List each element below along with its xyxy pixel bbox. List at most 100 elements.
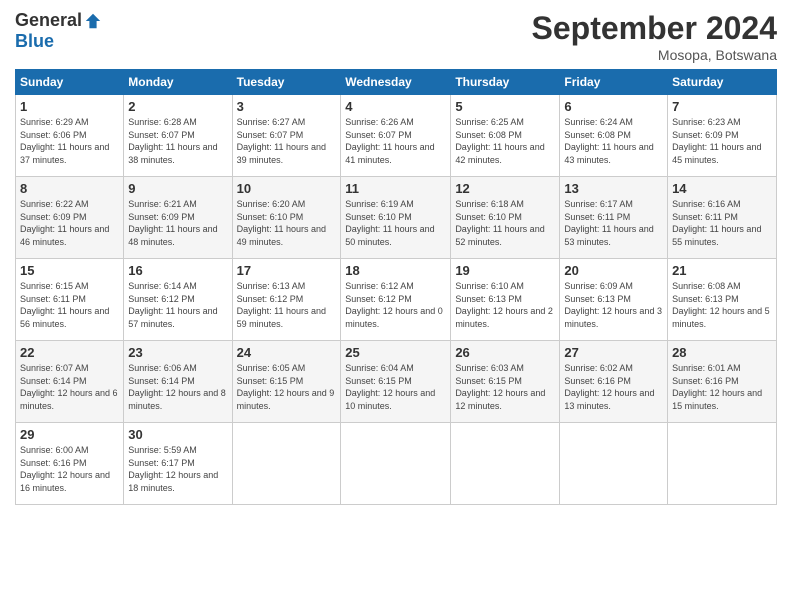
sunrise-text: Sunrise: 6:21 AM xyxy=(128,199,197,209)
logo-icon xyxy=(84,12,102,30)
day-number: 3 xyxy=(237,99,337,114)
calendar-week-row: 29 Sunrise: 6:00 AM Sunset: 6:16 PM Dayl… xyxy=(16,423,777,505)
table-row: 20 Sunrise: 6:09 AM Sunset: 6:13 PM Dayl… xyxy=(560,259,668,341)
daylight-text: Daylight: 12 hours and 3 minutes. xyxy=(564,306,662,329)
daylight-text: Daylight: 11 hours and 37 minutes. xyxy=(20,142,109,165)
day-info: Sunrise: 6:17 AM Sunset: 6:11 PM Dayligh… xyxy=(564,198,663,248)
table-row: 28 Sunrise: 6:01 AM Sunset: 6:16 PM Dayl… xyxy=(668,341,777,423)
sunset-text: Sunset: 6:14 PM xyxy=(20,376,87,386)
table-row: 21 Sunrise: 6:08 AM Sunset: 6:13 PM Dayl… xyxy=(668,259,777,341)
daylight-text: Daylight: 11 hours and 52 minutes. xyxy=(455,224,544,247)
col-thursday: Thursday xyxy=(451,70,560,95)
table-row: 7 Sunrise: 6:23 AM Sunset: 6:09 PM Dayli… xyxy=(668,95,777,177)
table-row xyxy=(560,423,668,505)
daylight-text: Daylight: 12 hours and 16 minutes. xyxy=(20,470,110,493)
day-info: Sunrise: 6:23 AM Sunset: 6:09 PM Dayligh… xyxy=(672,116,772,166)
sunrise-text: Sunrise: 6:29 AM xyxy=(20,117,89,127)
sunset-text: Sunset: 6:13 PM xyxy=(564,294,631,304)
sunset-text: Sunset: 6:09 PM xyxy=(672,130,739,140)
table-row: 17 Sunrise: 6:13 AM Sunset: 6:12 PM Dayl… xyxy=(232,259,341,341)
table-row: 18 Sunrise: 6:12 AM Sunset: 6:12 PM Dayl… xyxy=(341,259,451,341)
day-number: 11 xyxy=(345,181,446,196)
sunrise-text: Sunrise: 6:26 AM xyxy=(345,117,414,127)
sunrise-text: Sunrise: 6:24 AM xyxy=(564,117,633,127)
sunset-text: Sunset: 6:15 PM xyxy=(345,376,412,386)
sunrise-text: Sunrise: 6:02 AM xyxy=(564,363,633,373)
daylight-text: Daylight: 11 hours and 59 minutes. xyxy=(237,306,326,329)
sunrise-text: Sunrise: 6:25 AM xyxy=(455,117,524,127)
calendar-week-row: 15 Sunrise: 6:15 AM Sunset: 6:11 PM Dayl… xyxy=(16,259,777,341)
daylight-text: Daylight: 11 hours and 42 minutes. xyxy=(455,142,544,165)
table-row: 30 Sunrise: 5:59 AM Sunset: 6:17 PM Dayl… xyxy=(124,423,232,505)
day-number: 4 xyxy=(345,99,446,114)
daylight-text: Daylight: 11 hours and 50 minutes. xyxy=(345,224,434,247)
table-row: 8 Sunrise: 6:22 AM Sunset: 6:09 PM Dayli… xyxy=(16,177,124,259)
day-info: Sunrise: 6:08 AM Sunset: 6:13 PM Dayligh… xyxy=(672,280,772,330)
sunrise-text: Sunrise: 6:27 AM xyxy=(237,117,306,127)
daylight-text: Daylight: 12 hours and 2 minutes. xyxy=(455,306,553,329)
daylight-text: Daylight: 12 hours and 6 minutes. xyxy=(20,388,118,411)
table-row: 26 Sunrise: 6:03 AM Sunset: 6:15 PM Dayl… xyxy=(451,341,560,423)
daylight-text: Daylight: 12 hours and 18 minutes. xyxy=(128,470,218,493)
day-info: Sunrise: 6:28 AM Sunset: 6:07 PM Dayligh… xyxy=(128,116,227,166)
sunset-text: Sunset: 6:11 PM xyxy=(672,212,738,222)
daylight-text: Daylight: 11 hours and 39 minutes. xyxy=(237,142,326,165)
logo-blue-text: Blue xyxy=(15,31,54,52)
daylight-text: Daylight: 12 hours and 13 minutes. xyxy=(564,388,654,411)
sunset-text: Sunset: 6:09 PM xyxy=(20,212,87,222)
day-info: Sunrise: 6:16 AM Sunset: 6:11 PM Dayligh… xyxy=(672,198,772,248)
day-number: 24 xyxy=(237,345,337,360)
day-info: Sunrise: 6:13 AM Sunset: 6:12 PM Dayligh… xyxy=(237,280,337,330)
table-row xyxy=(232,423,341,505)
sunset-text: Sunset: 6:11 PM xyxy=(564,212,630,222)
day-number: 5 xyxy=(455,99,555,114)
day-info: Sunrise: 6:22 AM Sunset: 6:09 PM Dayligh… xyxy=(20,198,119,248)
sunrise-text: Sunrise: 6:19 AM xyxy=(345,199,414,209)
table-row: 2 Sunrise: 6:28 AM Sunset: 6:07 PM Dayli… xyxy=(124,95,232,177)
table-row xyxy=(668,423,777,505)
day-info: Sunrise: 6:21 AM Sunset: 6:09 PM Dayligh… xyxy=(128,198,227,248)
sunrise-text: Sunrise: 6:12 AM xyxy=(345,281,414,291)
daylight-text: Daylight: 12 hours and 10 minutes. xyxy=(345,388,435,411)
day-info: Sunrise: 6:09 AM Sunset: 6:13 PM Dayligh… xyxy=(564,280,663,330)
day-info: Sunrise: 6:18 AM Sunset: 6:10 PM Dayligh… xyxy=(455,198,555,248)
table-row: 24 Sunrise: 6:05 AM Sunset: 6:15 PM Dayl… xyxy=(232,341,341,423)
table-row: 1 Sunrise: 6:29 AM Sunset: 6:06 PM Dayli… xyxy=(16,95,124,177)
day-info: Sunrise: 6:10 AM Sunset: 6:13 PM Dayligh… xyxy=(455,280,555,330)
day-info: Sunrise: 6:25 AM Sunset: 6:08 PM Dayligh… xyxy=(455,116,555,166)
sunrise-text: Sunrise: 6:01 AM xyxy=(672,363,741,373)
day-info: Sunrise: 6:04 AM Sunset: 6:15 PM Dayligh… xyxy=(345,362,446,412)
day-info: Sunrise: 6:06 AM Sunset: 6:14 PM Dayligh… xyxy=(128,362,227,412)
calendar-table: Sunday Monday Tuesday Wednesday Thursday… xyxy=(15,69,777,505)
col-tuesday: Tuesday xyxy=(232,70,341,95)
calendar-header-row: Sunday Monday Tuesday Wednesday Thursday… xyxy=(16,70,777,95)
sunset-text: Sunset: 6:13 PM xyxy=(672,294,739,304)
day-info: Sunrise: 6:19 AM Sunset: 6:10 PM Dayligh… xyxy=(345,198,446,248)
day-number: 6 xyxy=(564,99,663,114)
sunrise-text: Sunrise: 6:03 AM xyxy=(455,363,524,373)
day-info: Sunrise: 6:03 AM Sunset: 6:15 PM Dayligh… xyxy=(455,362,555,412)
day-info: Sunrise: 6:12 AM Sunset: 6:12 PM Dayligh… xyxy=(345,280,446,330)
table-row: 19 Sunrise: 6:10 AM Sunset: 6:13 PM Dayl… xyxy=(451,259,560,341)
day-number: 28 xyxy=(672,345,772,360)
sunrise-text: Sunrise: 6:13 AM xyxy=(237,281,306,291)
table-row: 23 Sunrise: 6:06 AM Sunset: 6:14 PM Dayl… xyxy=(124,341,232,423)
table-row: 12 Sunrise: 6:18 AM Sunset: 6:10 PM Dayl… xyxy=(451,177,560,259)
col-monday: Monday xyxy=(124,70,232,95)
table-row: 6 Sunrise: 6:24 AM Sunset: 6:08 PM Dayli… xyxy=(560,95,668,177)
sunrise-text: Sunrise: 6:10 AM xyxy=(455,281,524,291)
daylight-text: Daylight: 12 hours and 15 minutes. xyxy=(672,388,762,411)
day-info: Sunrise: 6:05 AM Sunset: 6:15 PM Dayligh… xyxy=(237,362,337,412)
table-row: 4 Sunrise: 6:26 AM Sunset: 6:07 PM Dayli… xyxy=(341,95,451,177)
sunset-text: Sunset: 6:07 PM xyxy=(237,130,304,140)
calendar-week-row: 22 Sunrise: 6:07 AM Sunset: 6:14 PM Dayl… xyxy=(16,341,777,423)
day-number: 26 xyxy=(455,345,555,360)
location: Mosopa, Botswana xyxy=(532,47,777,63)
table-row: 22 Sunrise: 6:07 AM Sunset: 6:14 PM Dayl… xyxy=(16,341,124,423)
day-info: Sunrise: 6:27 AM Sunset: 6:07 PM Dayligh… xyxy=(237,116,337,166)
daylight-text: Daylight: 11 hours and 55 minutes. xyxy=(672,224,761,247)
daylight-text: Daylight: 11 hours and 48 minutes. xyxy=(128,224,217,247)
month-title: September 2024 xyxy=(532,10,777,47)
sunset-text: Sunset: 6:14 PM xyxy=(128,376,195,386)
day-number: 13 xyxy=(564,181,663,196)
